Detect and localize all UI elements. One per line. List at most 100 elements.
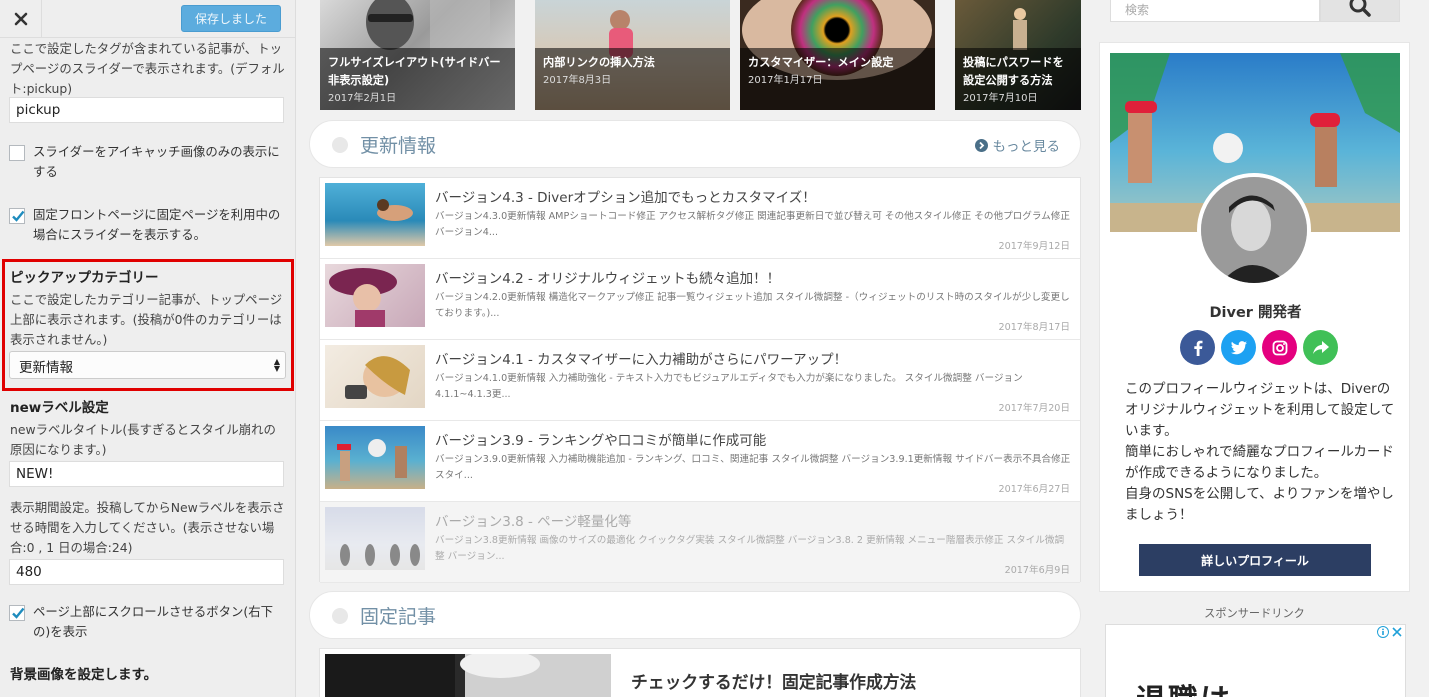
adchoices-icon xyxy=(1377,626,1389,638)
slider-title: フルサイズレイアウト(サイドバー非表示設定) xyxy=(328,56,501,87)
list-item[interactable]: バージョン3.8 - ページ軽量化等 バージョン3.8更新情報 画像のサイズの最… xyxy=(320,502,1080,583)
list-item[interactable]: バージョン4.2 - オリジナルウィジェットも続々追加！！ バージョン4.2.0… xyxy=(320,259,1080,340)
article-date: 2017年6月27日 xyxy=(998,484,1070,495)
search-icon xyxy=(1349,0,1371,17)
article-excerpt: バージョン4.2.0更新情報 構造化マークアップ修正 記事一覧ウィジェット追加 … xyxy=(435,292,1070,319)
ad-choices[interactable] xyxy=(1377,626,1403,639)
slider-caption: フルサイズレイアウト(サイドバー非表示設定) 2017年2月1日 xyxy=(320,48,515,110)
close-icon xyxy=(1392,627,1402,637)
new-period-description: 表示期間設定。投稿してからNewラベルを表示させる時間を入力してください。(表示… xyxy=(10,500,285,555)
ad-text: 退職は xyxy=(1136,675,1232,697)
pickup-category-selected: 更新情報 xyxy=(19,360,73,376)
slider-title: カスタマイザー：メイン設定 xyxy=(748,56,894,69)
article-title: バージョン4.1 - カスタマイザーに入力補助がさらにパワーアップ！ xyxy=(435,352,848,368)
pinned-section-title: 固定記事 xyxy=(360,606,437,628)
list-item[interactable]: バージョン4.3 - Diverオプション追加でもっとカスタマイズ！ バージョン… xyxy=(320,178,1080,259)
close-icon xyxy=(14,12,27,26)
search-input[interactable]: 検索 xyxy=(1110,0,1320,22)
new-label-title: newラベル設定 xyxy=(10,400,109,416)
section-dot-icon xyxy=(332,608,348,624)
pinned-article-title: チェックするだけ！固定記事作成方法 xyxy=(631,672,917,692)
eyecatch-only-label: スライダーをアイキャッチ画像のみの表示にする xyxy=(33,144,280,179)
share-link[interactable] xyxy=(1303,330,1338,365)
article-date: 2017年9月12日 xyxy=(998,241,1070,252)
slider-title: 内部リンクの挿入方法 xyxy=(543,56,655,69)
article-date: 2017年8月17日 xyxy=(998,322,1070,333)
slider-caption: カスタマイザー：メイン設定 2017年1月17日 xyxy=(740,48,935,110)
slider-title: 投稿にパスワードを設定公開する方法 xyxy=(963,56,1064,87)
pinned-article[interactable]: チェックするだけ！固定記事作成方法 xyxy=(319,648,1081,697)
pinned-section-header: 固定記事 xyxy=(309,591,1081,639)
article-date: 2017年6月9日 xyxy=(1004,565,1070,576)
pinned-article-thumbnail xyxy=(325,654,611,697)
article-thumbnail xyxy=(325,264,425,327)
static-front-checkbox[interactable] xyxy=(9,208,25,224)
slider-tag-input[interactable]: pickup xyxy=(9,97,284,123)
scroll-top-checkbox[interactable] xyxy=(9,605,25,621)
sponsor-label: スポンサードリンク xyxy=(1204,607,1305,620)
twitter-link[interactable] xyxy=(1221,330,1256,365)
slider-date: 2017年8月3日 xyxy=(543,75,612,86)
section-dot-icon xyxy=(332,137,348,153)
article-excerpt: バージョン3.9.0更新情報 入力補助機能追加 - ランキング、口コミ、関連記事… xyxy=(435,454,1071,481)
scroll-top-label: ページ上部にスクロールさせるボタン(右下の)を表示 xyxy=(33,604,274,639)
updates-section-title: 更新情報 xyxy=(360,135,437,157)
slider-tag-description: ここで設定したタグが含まれている記事が、トップページのスライダーで表示されます。… xyxy=(10,41,285,96)
article-thumbnail xyxy=(325,345,425,408)
save-button[interactable]: 保存しました xyxy=(181,5,281,32)
article-thumbnail xyxy=(325,507,425,570)
slider-caption: 投稿にパスワードを設定公開する方法 2017年7月10日 xyxy=(955,48,1081,110)
more-link-label: もっと見る xyxy=(992,139,1061,155)
avatar xyxy=(1197,173,1311,287)
panel-header: 保存しました xyxy=(0,0,295,38)
article-excerpt: バージョン3.8更新情報 画像のサイズの最適化 クイックタグ実装 スタイル微調整… xyxy=(435,535,1065,562)
facebook-icon xyxy=(1193,340,1202,356)
social-links xyxy=(1180,330,1338,365)
pickup-category-select[interactable]: 更新情報 ▲ ▼ xyxy=(9,351,286,379)
article-excerpt: バージョン4.3.0更新情報 AMPショートコード修正 アクセス解析タグ修正 関… xyxy=(435,211,1070,238)
updates-section-header: 更新情報 もっと見る xyxy=(309,120,1081,168)
slider-item[interactable]: 内部リンクの挿入方法 2017年8月3日 xyxy=(535,0,730,110)
article-title: バージョン4.3 - Diverオプション追加でもっとカスタマイズ！ xyxy=(435,190,816,206)
slider-item[interactable]: カスタマイザー：メイン設定 2017年1月17日 xyxy=(740,0,935,110)
new-label-description: newラベルタイトル(長すぎるとスタイル崩れの原因になります。) xyxy=(10,422,276,457)
background-image-title: 背景画像を設定します。 xyxy=(10,667,158,683)
slider-date: 2017年7月10日 xyxy=(963,93,1038,104)
pickup-category-description: ここで設定したカテゴリー記事が、トップページ上部に表示されます。(投稿が0件のカ… xyxy=(10,292,283,347)
article-date: 2017年7月20日 xyxy=(998,403,1070,414)
slider-caption: 内部リンクの挿入方法 2017年8月3日 xyxy=(535,48,730,110)
close-button[interactable] xyxy=(0,0,42,38)
slider-date: 2017年2月1日 xyxy=(328,93,397,104)
article-thumbnail xyxy=(325,183,425,246)
list-item[interactable]: バージョン3.9 - ランキングや口コミが簡単に作成可能 バージョン3.9.0更… xyxy=(320,421,1080,502)
instagram-icon xyxy=(1272,340,1287,355)
select-arrows-icon: ▲ ▼ xyxy=(273,357,280,373)
twitter-icon xyxy=(1230,340,1247,354)
profile-description: このプロフィールウィジェットは、Diverのオリジナルウィジェットを利用して設定… xyxy=(1125,381,1395,523)
search-button[interactable] xyxy=(1320,0,1400,22)
facebook-link[interactable] xyxy=(1180,330,1215,365)
instagram-link[interactable] xyxy=(1262,330,1297,365)
list-item[interactable]: バージョン4.1 - カスタマイザーに入力補助がさらにパワーアップ！ バージョン… xyxy=(320,340,1080,421)
slider-item[interactable]: フルサイズレイアウト(サイドバー非表示設定) 2017年2月1日 xyxy=(320,0,515,110)
ad-banner[interactable]: 退職は xyxy=(1105,624,1406,697)
article-excerpt: バージョン4.1.0更新情報 入力補助強化 - テキスト入力でもビジュアルエディ… xyxy=(435,373,1023,400)
more-link[interactable]: もっと見る xyxy=(974,135,1061,155)
article-title: バージョン3.9 - ランキングや口コミが簡単に作成可能 xyxy=(435,433,767,449)
profile-name: Diver 開発者 xyxy=(1209,305,1302,321)
profile-detail-button[interactable]: 詳しいプロフィール xyxy=(1139,544,1371,576)
slider-item[interactable]: 投稿にパスワードを設定公開する方法 2017年7月10日 xyxy=(955,0,1081,110)
customizer-panel: 保存しました ここで設定したタグが含まれている記事が、トップページのスライダーで… xyxy=(0,0,296,697)
profile-widget: Diver 開発者 このプロフィールウィジェットは、Diverのオリジナルウィジ… xyxy=(1099,42,1410,592)
new-label-input[interactable]: NEW! xyxy=(9,461,284,487)
pickup-category-title: ピックアップカテゴリー xyxy=(10,270,159,286)
checkmark-icon xyxy=(12,607,25,619)
updates-list: バージョン4.3 - Diverオプション追加でもっとカスタマイズ！ バージョン… xyxy=(319,177,1081,583)
checkmark-icon xyxy=(12,210,25,222)
chevron-right-circle-icon xyxy=(974,138,988,152)
eyecatch-only-checkbox[interactable] xyxy=(9,145,25,161)
new-period-input[interactable]: 480 xyxy=(9,559,284,585)
share-icon xyxy=(1312,340,1329,354)
article-title: バージョン4.2 - オリジナルウィジェットも続々追加！！ xyxy=(435,271,781,287)
slider-date: 2017年1月17日 xyxy=(748,75,823,86)
